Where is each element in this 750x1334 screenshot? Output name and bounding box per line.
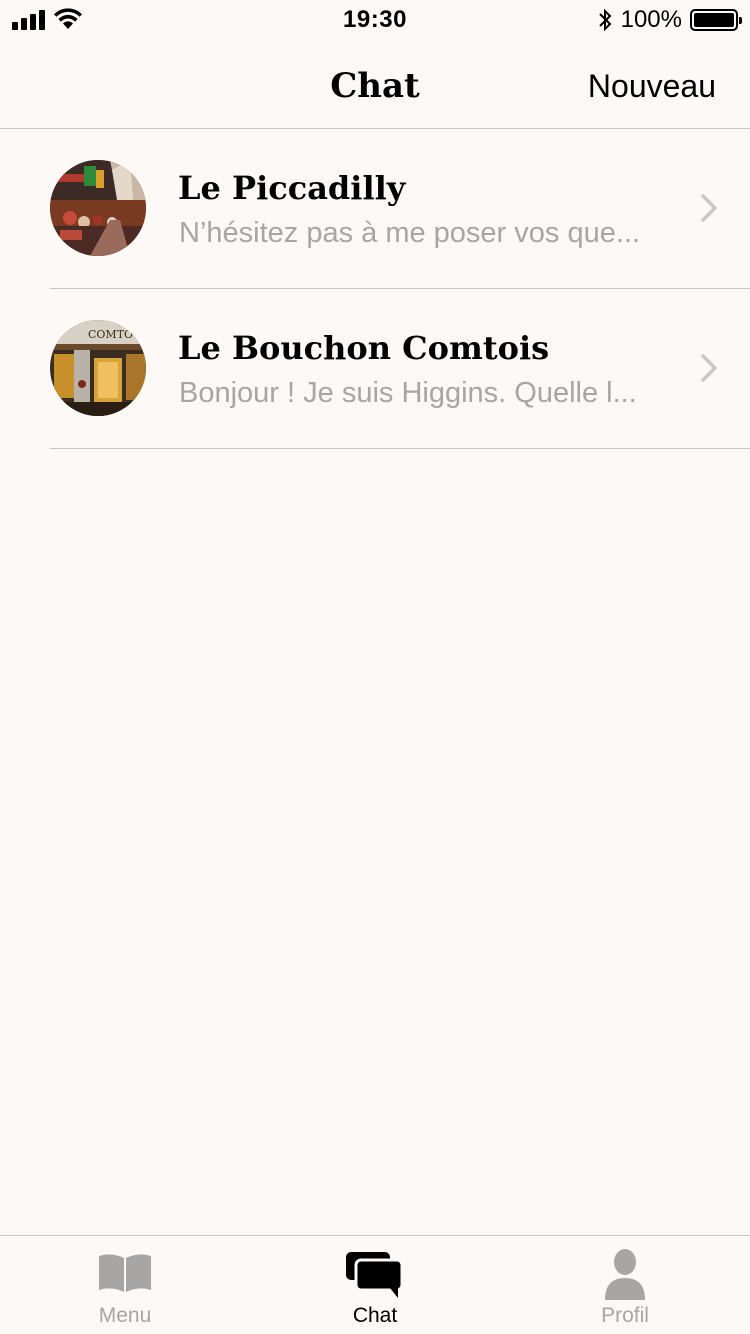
- navigation-bar: Chat Nouveau: [0, 40, 750, 129]
- book-icon: [99, 1254, 151, 1292]
- battery-tip: [739, 17, 742, 24]
- chat-name: Le Piccadilly: [178, 169, 406, 207]
- tab-menu[interactable]: Menu: [0, 1236, 250, 1334]
- tab-bar: Menu Chat Profil: [0, 1235, 750, 1334]
- chevron-right-icon: [701, 354, 717, 382]
- chat-preview: Bonjour ! Je suis Higgins. Quelle l...: [179, 377, 637, 409]
- restaurant-avatar[interactable]: [50, 160, 146, 256]
- tab-label: Menu: [98, 1304, 152, 1327]
- restaurant-photo-icon: [50, 160, 146, 256]
- chat-name: Le Bouchon Comtois: [178, 329, 550, 367]
- chat-row-le-bouchon-comtois[interactable]: COMTO Le Bouchon Comtois Bonjour ! Je su…: [0, 289, 750, 449]
- bluetooth-icon: [598, 8, 612, 32]
- chat-row-le-piccadilly[interactable]: Le Piccadilly N’hésitez pas à me poser v…: [0, 129, 750, 289]
- status-right: 100%: [597, 6, 742, 34]
- chat-list: Le Piccadilly N’hésitez pas à me poser v…: [0, 129, 750, 449]
- restaurant-avatar[interactable]: COMTO: [50, 320, 146, 416]
- status-bar: 19:30 100%: [0, 0, 750, 40]
- tab-profil[interactable]: Profil: [500, 1236, 750, 1334]
- chat-preview: N’hésitez pas à me poser vos que...: [179, 217, 641, 249]
- tab-chat[interactable]: Chat: [250, 1236, 500, 1334]
- row-separator: [50, 448, 750, 449]
- tab-label: Chat: [352, 1304, 398, 1327]
- battery-icon: [690, 9, 742, 31]
- new-chat-button[interactable]: Nouveau: [588, 68, 716, 105]
- restaurant-photo-icon: COMTO: [50, 320, 146, 416]
- tab-label: Profil: [601, 1304, 649, 1327]
- battery-fill: [694, 13, 734, 27]
- battery-percentage: 100%: [620, 6, 682, 33]
- avatar-sign-text: COMTO: [88, 328, 133, 341]
- person-icon: [605, 1249, 645, 1300]
- chat-bubbles-icon: [346, 1252, 404, 1298]
- chevron-right-icon: [701, 194, 717, 222]
